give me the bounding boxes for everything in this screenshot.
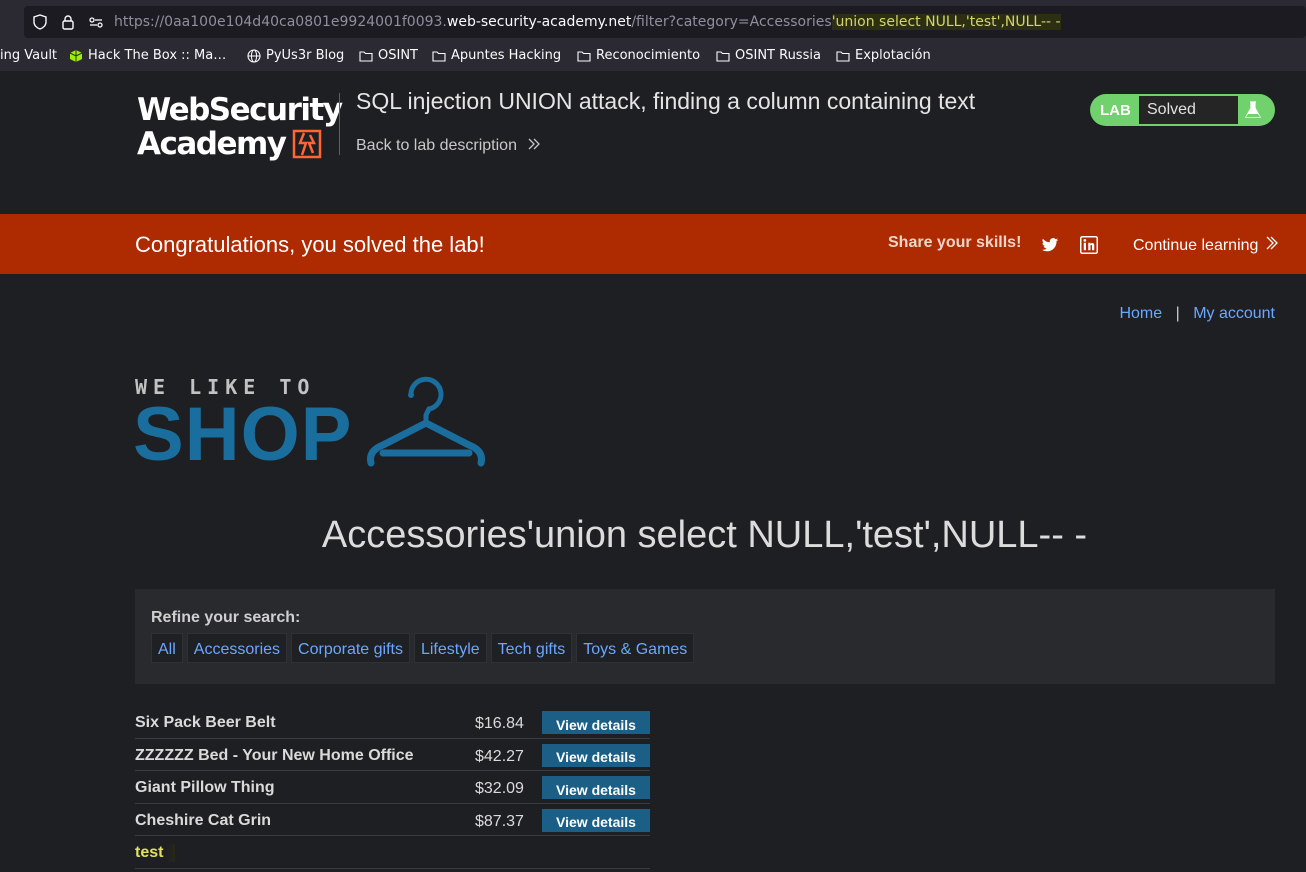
continue-label: Continue learning (1133, 237, 1259, 254)
shield-icon[interactable] (32, 14, 48, 30)
products-table: Six Pack Beer Belt $16.84 View details Z… (135, 706, 650, 869)
url-prefix: https://0aa100e104d40ca0801e9924001f0093… (114, 14, 447, 30)
view-details-button[interactable]: View details (542, 743, 650, 767)
bookmark-label: OSINT (378, 48, 418, 63)
twitter-icon[interactable] (1041, 236, 1059, 254)
solved-message: Congratulations, you solved the lab! (135, 232, 485, 257)
url-host: web-security-academy.net (446, 14, 632, 30)
cube-icon (69, 49, 83, 62)
academy-logo[interactable]: WebSecurity Academy (137, 92, 343, 161)
permissions-icon[interactable] (88, 14, 104, 30)
table-row: ZZZZZZ Bed - Your New Home Office $42.27… (135, 739, 650, 771)
header-divider (339, 93, 340, 155)
table-row: Giant Pillow Thing $32.09 View details (135, 771, 650, 804)
filter-lifestyle[interactable]: Lifestyle (413, 633, 487, 663)
product-name: Six Pack Beer Belt (135, 714, 276, 731)
filter-toys-games[interactable]: Toys & Games (576, 633, 695, 663)
double-chevron-right-icon (528, 138, 541, 150)
view-details-button[interactable]: View details (542, 711, 650, 734)
bookmark-item[interactable]: OSINT (359, 48, 418, 63)
product-price: $87.37 (475, 812, 524, 830)
table-row: Cheshire Cat Grin $87.37 View details (135, 804, 650, 836)
product-name: Cheshire Cat Grin (135, 811, 272, 829)
folder-icon (836, 50, 850, 62)
continue-learning-link[interactable]: Continue learning (1133, 236, 1279, 255)
bookmark-item[interactable]: Hack The Box :: Ma… (69, 48, 226, 63)
bookmark-item[interactable]: ing Vault (0, 48, 57, 63)
nav-my-account-link[interactable]: My account (1193, 305, 1275, 322)
folder-icon (577, 50, 591, 62)
nav-separator: | (1175, 305, 1180, 322)
folder-icon (432, 50, 446, 62)
academy-header: WebSecurity Academy SQL injection UNION … (0, 71, 1306, 214)
bookmark-item[interactable]: Reconocimiento (577, 48, 700, 63)
bookmark-label: ing Vault (0, 48, 58, 63)
filter-list: All Accessories Corporate gifts Lifestyl… (151, 633, 695, 663)
bookmarks-bar: ing Vault Hack The Box :: Ma… PyUs3r Blo… (0, 42, 1306, 71)
refine-label: Refine your search: (151, 609, 301, 626)
lab-title: SQL injection UNION attack, finding a co… (356, 88, 976, 114)
filter-corporate-gifts[interactable]: Corporate gifts (291, 633, 410, 663)
shop-logo: WE LIKE TO SHOP (133, 375, 487, 473)
product-name: Giant Pillow Thing (135, 779, 275, 796)
url-text[interactable]: https://0aa100e104d40ca0801e9924001f0093… (114, 14, 1061, 30)
bookmark-label: OSINT Russia (735, 48, 821, 63)
table-row: test (135, 836, 650, 869)
filter-tech-gifts[interactable]: Tech gifts (490, 633, 573, 663)
filter-all[interactable]: All (151, 633, 183, 663)
bookmark-item[interactable]: Explotación (836, 48, 931, 63)
bookmark-label: Apuntes Hacking (451, 48, 562, 63)
lock-icon[interactable] (60, 14, 76, 30)
product-price: $16.84 (475, 715, 524, 732)
view-details-button[interactable]: View details (542, 776, 650, 799)
product-price: $32.09 (475, 780, 524, 797)
url-injection: 'union select NULL,'test',NULL-- - (831, 14, 1061, 30)
table-row: Six Pack Beer Belt $16.84 View details (135, 706, 650, 739)
hanger-icon (367, 376, 485, 467)
bookmark-label: Explotación (855, 48, 931, 63)
folder-icon (716, 50, 730, 62)
shop-logo-big-text: SHOP (133, 392, 353, 477)
bookmark-label: PyUs3r Blog (266, 48, 345, 63)
product-price: $42.27 (475, 747, 524, 765)
logo-line2: Academy (137, 126, 287, 162)
bookmark-item[interactable]: PyUs3r Blog (247, 48, 344, 63)
folder-icon (359, 50, 373, 62)
nav-home-link[interactable]: Home (1119, 305, 1162, 322)
back-link-label: Back to lab description (356, 137, 517, 154)
url-bar[interactable]: https://0aa100e104d40ca0801e9924001f0093… (24, 6, 1306, 38)
share-label: Share your skills! (888, 234, 1022, 251)
lab-badge: LAB (1100, 102, 1131, 119)
solved-banner: Congratulations, you solved the lab! Sha… (0, 214, 1306, 274)
back-to-lab-link[interactable]: Back to lab description (356, 137, 541, 155)
view-details-button[interactable]: View details (542, 808, 650, 832)
lab-status-text: Solved (1139, 96, 1238, 124)
bookmark-item[interactable]: OSINT Russia (716, 48, 821, 63)
filter-accessories[interactable]: Accessories (186, 633, 288, 663)
linkedin-icon[interactable] (1080, 236, 1098, 254)
top-nav: Home | My account (1119, 305, 1275, 323)
bookmark-item[interactable]: Apuntes Hacking (432, 48, 561, 63)
logo-line2-row: Academy (137, 127, 342, 161)
logo-line1: WebSecurity (137, 92, 343, 128)
product-name: ZZZZZZ Bed - Your New Home Office (135, 746, 414, 764)
filter-panel: Refine your search: All Accessories Corp… (135, 589, 1275, 684)
logo-flask-icon (292, 129, 321, 159)
injected-test-row: test (135, 844, 176, 862)
lab-status-widget: LAB Solved (1090, 94, 1275, 126)
browser-toolbar: https://0aa100e104d40ca0801e9924001f0093… (0, 0, 1306, 42)
flask-icon (1244, 101, 1262, 118)
url-path: /filter?category=Accessories (631, 14, 832, 30)
category-heading: Accessories'union select NULL,'test',NUL… (321, 514, 1088, 556)
double-chevron-right-icon (1266, 236, 1278, 250)
globe-icon (247, 48, 261, 63)
bookmark-label: Hack The Box :: Ma… (88, 48, 227, 63)
bookmark-label: Reconocimiento (596, 48, 701, 63)
